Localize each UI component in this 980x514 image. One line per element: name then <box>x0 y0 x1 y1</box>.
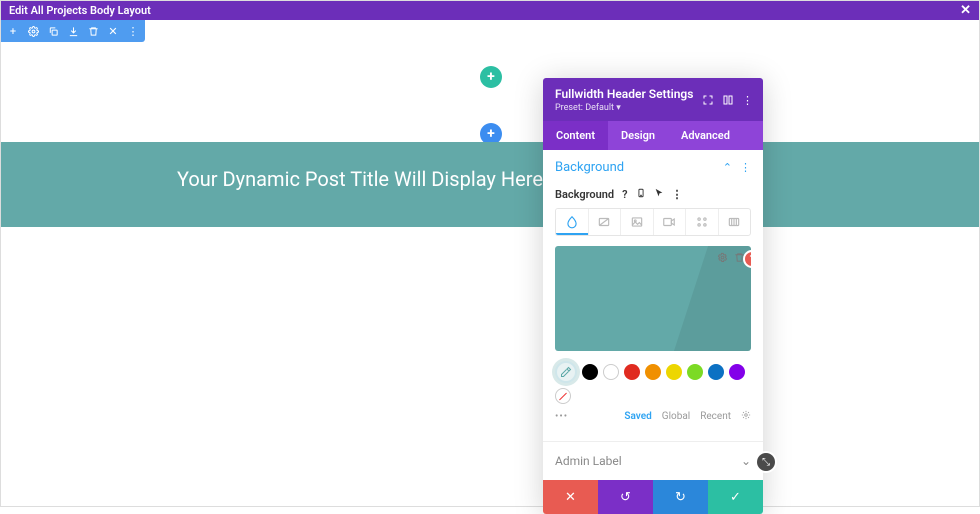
swatch-yellow[interactable] <box>666 364 682 380</box>
exit-icon[interactable]: ✕ <box>105 23 121 39</box>
swatch-none[interactable] <box>555 388 571 404</box>
tab-advanced[interactable]: Advanced <box>668 121 743 150</box>
palette-tab-recent[interactable]: Recent <box>700 411 731 422</box>
resize-handle[interactable]: ⤡ <box>757 453 775 471</box>
swatch-blue[interactable] <box>708 364 724 380</box>
swatch-more-icon[interactable]: ••• <box>555 411 568 422</box>
section-background: Background ⌃ ⋮ Background ? ⋮ <box>543 150 763 423</box>
bg-type-mask[interactable] <box>719 209 751 235</box>
hero-band: Your Dynamic Post Title Will Display Her… <box>1 142 979 227</box>
eyedropper-button[interactable] <box>555 361 577 383</box>
palette-tab-global[interactable]: Global <box>662 411 690 422</box>
delete-icon[interactable] <box>85 23 101 39</box>
label-more-icon[interactable]: ⋮ <box>672 188 683 201</box>
background-type-selector <box>555 208 751 236</box>
bg-type-pattern[interactable] <box>686 209 719 235</box>
undo-button[interactable]: ↺ <box>598 480 653 514</box>
bg-type-color[interactable] <box>556 209 589 235</box>
hero-title: Your Dynamic Post Title Will Display Her… <box>177 167 543 191</box>
panel-tabs: Content Design Advanced <box>543 121 763 150</box>
swatch-purple[interactable] <box>729 364 745 380</box>
settings-panel: Fullwidth Header Settings Preset: Defaul… <box>543 78 763 514</box>
snap-icon[interactable] <box>722 94 734 107</box>
save-icon[interactable] <box>65 23 81 39</box>
swatch-orange[interactable] <box>645 364 661 380</box>
bg-type-gradient[interactable] <box>589 209 622 235</box>
redo-button[interactable]: ↻ <box>653 480 708 514</box>
duplicate-icon[interactable] <box>45 23 61 39</box>
close-icon[interactable]: ✕ <box>960 3 971 18</box>
preview-settings-icon[interactable] <box>717 252 728 266</box>
section-toolbar: + ✕ ⋮ <box>1 20 145 42</box>
palette-tab-saved[interactable]: Saved <box>624 411 651 422</box>
tab-content[interactable]: Content <box>543 121 608 150</box>
section-title: Background <box>555 160 624 175</box>
page-title: Edit All Projects Body Layout <box>9 4 151 17</box>
help-icon[interactable]: ? <box>622 188 627 201</box>
collapse-icon[interactable]: ⌃ <box>723 161 732 174</box>
responsive-icon[interactable] <box>636 187 646 202</box>
section-admin-label[interactable]: Admin Label ⌄ <box>543 441 763 480</box>
more-icon[interactable]: ⋮ <box>125 23 141 39</box>
bg-type-video[interactable] <box>654 209 687 235</box>
expand-icon[interactable] <box>702 94 714 107</box>
add-section-button[interactable]: + <box>480 66 502 88</box>
swatch-white[interactable] <box>603 364 619 380</box>
background-label: Background <box>555 188 614 201</box>
bg-type-image[interactable] <box>621 209 654 235</box>
panel-more-icon[interactable]: ⋮ <box>742 94 753 107</box>
color-swatches <box>555 361 751 404</box>
chevron-down-icon: ⌄ <box>741 454 751 468</box>
add-icon[interactable]: + <box>5 23 21 39</box>
preset-dropdown[interactable]: Preset: Default ▾ <box>555 103 702 113</box>
background-label-row: Background ? ⋮ <box>555 187 751 202</box>
swatch-black[interactable] <box>582 364 598 380</box>
swatch-subbar: ••• Saved Global Recent <box>555 410 751 423</box>
page-top-bar: Edit All Projects Body Layout ✕ <box>1 1 979 20</box>
palette-settings-icon[interactable] <box>741 410 751 423</box>
tab-design[interactable]: Design <box>608 121 668 150</box>
settings-icon[interactable] <box>25 23 41 39</box>
cancel-button[interactable]: ✕ <box>543 480 598 514</box>
section-header[interactable]: Background ⌃ ⋮ <box>555 160 751 175</box>
panel-header: Fullwidth Header Settings Preset: Defaul… <box>543 78 763 121</box>
swatch-red[interactable] <box>624 364 640 380</box>
swatch-green[interactable] <box>687 364 703 380</box>
panel-title: Fullwidth Header Settings <box>555 87 702 101</box>
color-preview[interactable]: 1 <box>555 246 751 351</box>
confirm-button[interactable]: ✓ <box>708 480 763 514</box>
chevron-down-icon: ▾ <box>616 103 621 113</box>
panel-footer: ✕ ↺ ↻ ✓ <box>543 480 763 514</box>
section-more-icon[interactable]: ⋮ <box>740 161 751 174</box>
hover-icon[interactable] <box>654 187 664 202</box>
